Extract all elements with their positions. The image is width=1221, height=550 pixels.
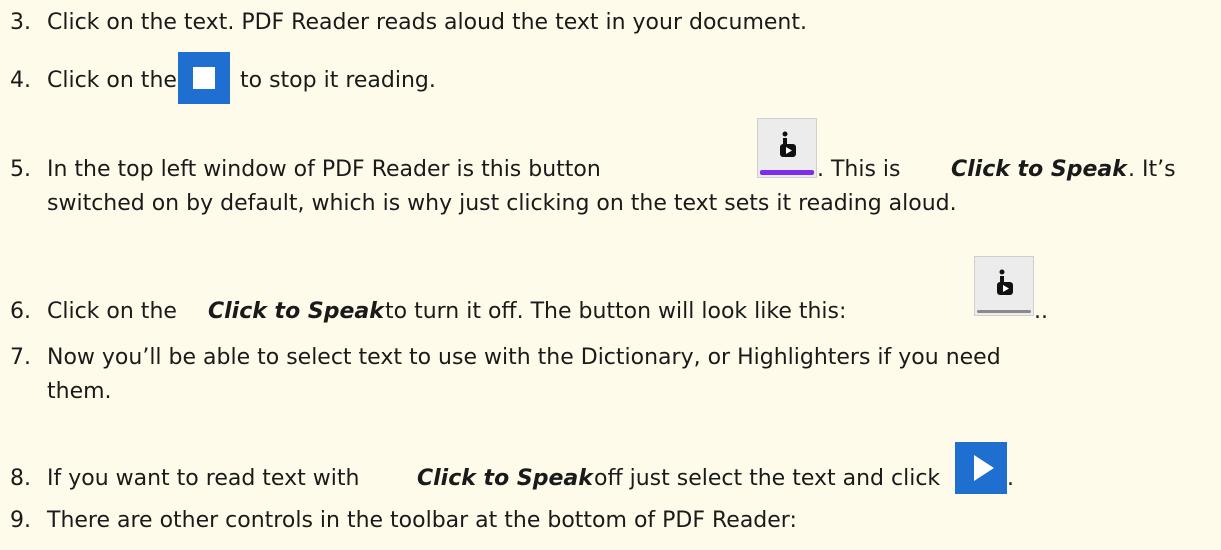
step-number: 5. xyxy=(10,157,31,182)
step-text-mid: . This is xyxy=(817,157,901,182)
step-text-before: Click on the xyxy=(47,68,177,93)
stop-square-icon xyxy=(178,52,230,104)
step-number: 3. xyxy=(10,10,31,35)
step-number: 7. xyxy=(10,345,31,370)
step-text-end: .. xyxy=(1034,299,1048,324)
step-number: 9. xyxy=(10,508,31,533)
click-to-speak-on-icon xyxy=(757,118,817,178)
inactive-indicator-bar xyxy=(977,310,1031,313)
click-to-speak-off-icon xyxy=(974,256,1034,316)
step-text-before: If you want to read text with xyxy=(47,466,360,491)
step-number: 4. xyxy=(10,68,31,93)
active-indicator-bar xyxy=(760,170,814,175)
click-to-speak-term: Click to Speak xyxy=(417,466,593,491)
step-5-line-2: switched on by default, which is why jus… xyxy=(47,191,957,216)
step-number: 6. xyxy=(10,299,31,324)
play-icon xyxy=(955,442,1007,494)
step-text-before: In the top left window of PDF Reader is … xyxy=(47,157,601,182)
pointing-hand-icon xyxy=(780,131,796,157)
step-text-after: off just select the text and click xyxy=(594,466,941,491)
click-to-speak-term: Click to Speak xyxy=(951,157,1127,182)
click-to-speak-term: Click to Speak xyxy=(208,299,384,324)
step-number: 8. xyxy=(10,466,31,491)
step-text: There are other controls in the toolbar … xyxy=(47,508,797,533)
step-text-end: . xyxy=(1007,466,1014,491)
step-text-after: to stop it reading. xyxy=(240,68,436,93)
step-7-line-2: them. xyxy=(47,379,112,404)
step-text: Now you’ll be able to select text to use… xyxy=(47,345,1001,370)
step-text-after: to turn it off. The button will look lik… xyxy=(385,299,847,324)
step-text-after: . It’s xyxy=(1128,157,1176,182)
pointing-hand-icon xyxy=(997,269,1013,295)
step-text-before: Click on the xyxy=(47,299,177,324)
step-text: Click on the text. PDF Reader reads alou… xyxy=(47,10,807,35)
